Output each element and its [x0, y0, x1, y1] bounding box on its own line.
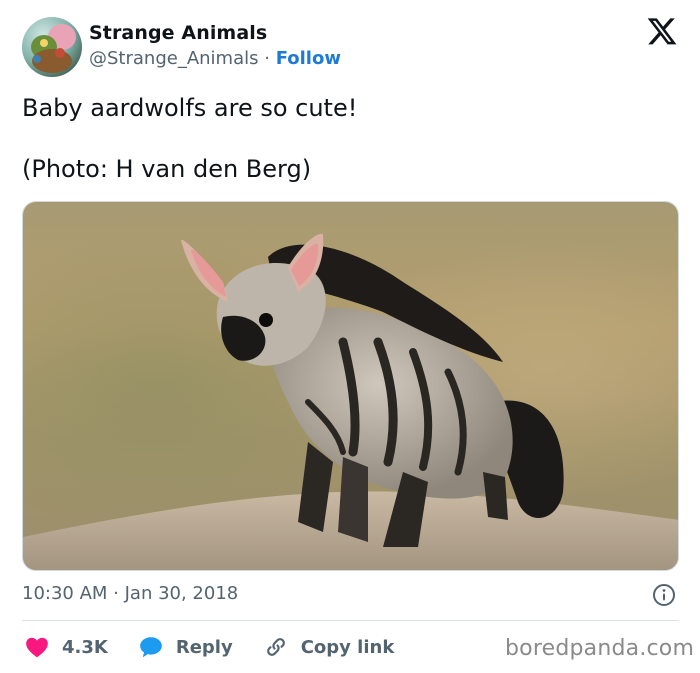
- avatar-image: [22, 17, 82, 77]
- author-handle-row: @Strange_Animals · Follow: [89, 48, 341, 69]
- x-logo-icon[interactable]: [646, 18, 678, 48]
- author-handle[interactable]: @Strange_Animals: [89, 48, 259, 69]
- speech-bubble-icon: [138, 634, 164, 660]
- link-icon: [263, 634, 289, 660]
- heart-icon: [24, 634, 50, 660]
- tweet-text: Baby aardwolfs are so cute! (Photo: H va…: [22, 92, 682, 186]
- copy-link-button[interactable]: Copy link: [263, 634, 395, 660]
- likes-count: 4.3K: [62, 636, 108, 658]
- handle-separator: ·: [264, 48, 276, 69]
- watermark: boredpanda.com: [505, 636, 695, 661]
- tweet-actions: 4.3K Reply Copy link: [24, 633, 424, 661]
- info-icon[interactable]: [652, 583, 676, 607]
- divider: [22, 620, 679, 621]
- reply-button[interactable]: Reply: [138, 634, 233, 660]
- aardwolf-photo: [23, 202, 678, 570]
- tweet-line-2: (Photo: H van den Berg): [22, 155, 312, 183]
- tweet-card: Strange Animals @Strange_Animals · Follo…: [0, 0, 700, 673]
- avatar[interactable]: [22, 17, 82, 77]
- tweet-timestamp[interactable]: 10:30 AM · Jan 30, 2018: [22, 583, 238, 604]
- follow-button[interactable]: Follow: [276, 48, 341, 69]
- reply-label: Reply: [175, 636, 233, 658]
- author-name[interactable]: Strange Animals: [89, 22, 267, 44]
- like-button[interactable]: 4.3K: [24, 634, 108, 660]
- tweet-photo[interactable]: [22, 201, 679, 571]
- copy-link-label: Copy link: [300, 636, 395, 658]
- tweet-line-1: Baby aardwolfs are so cute!: [22, 94, 358, 122]
